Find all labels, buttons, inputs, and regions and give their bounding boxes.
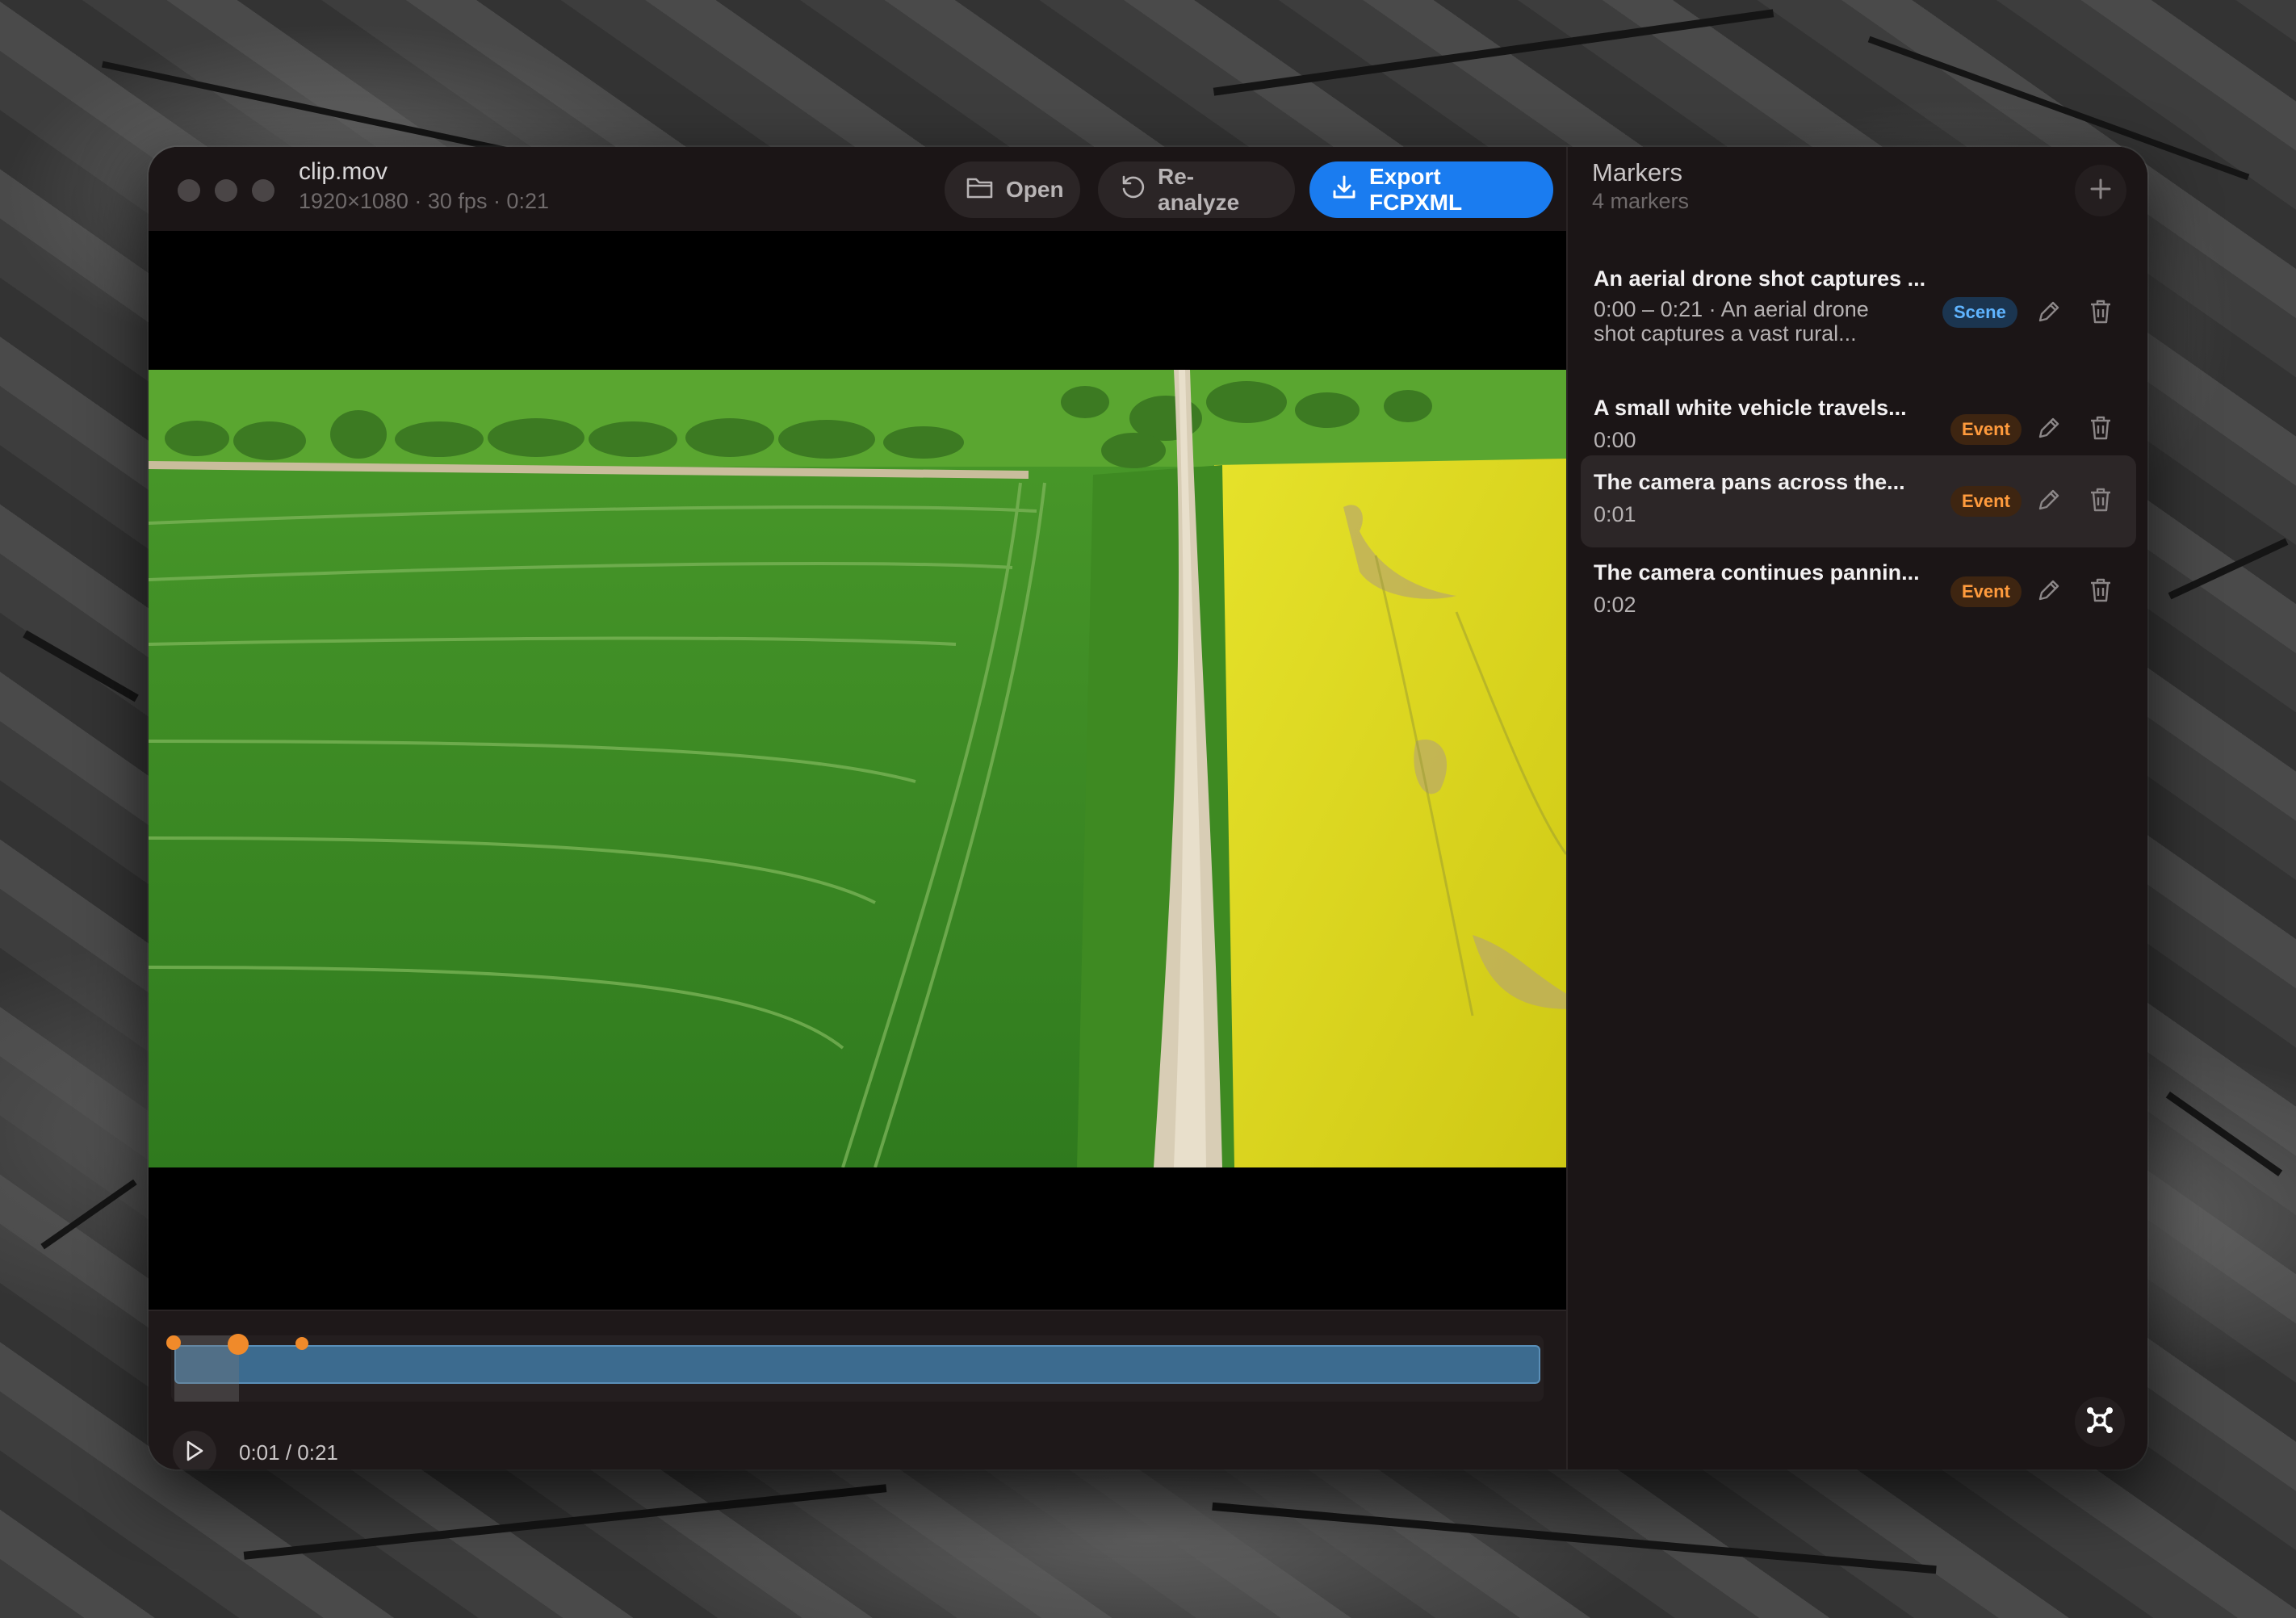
delete-marker-button[interactable] — [2084, 576, 2117, 608]
player-pane: clip.mov 1920×1080 · 30 fps · 0:21 Open … — [149, 147, 1566, 1469]
marker-type-badge: Scene — [1942, 297, 2017, 328]
delete-marker-button[interactable] — [2084, 297, 2117, 329]
delete-marker-button[interactable] — [2084, 413, 2117, 446]
app-window: clip.mov 1920×1080 · 30 fps · 0:21 Open … — [149, 147, 2147, 1469]
titlebar: clip.mov 1920×1080 · 30 fps · 0:21 Open … — [149, 147, 1566, 231]
edit-marker-button[interactable] — [2033, 413, 2065, 446]
pencil-icon — [2035, 298, 2063, 329]
video-viewer[interactable] — [149, 231, 1566, 1310]
marker-type-badge: Event — [1950, 414, 2022, 445]
reanalyze-button[interactable]: Re-analyze — [1098, 161, 1295, 218]
marker-count: 4 markers — [1592, 189, 1690, 213]
panel-title: Markers — [1592, 158, 1682, 187]
time-display: 0:01 / 0:21 — [239, 1440, 338, 1465]
reanalyze-button-label: Re-analyze — [1158, 164, 1240, 215]
marker-subtitle: 0:00 – 0:21 · An aerial drone shot captu… — [1594, 297, 1869, 346]
pencil-icon — [2035, 486, 2063, 518]
open-button-label: Open — [1006, 177, 1064, 202]
fit-screen-icon — [2084, 1405, 2115, 1440]
edit-marker-button[interactable] — [2033, 297, 2065, 329]
marker-subtitle: 0:00 — [1594, 428, 1636, 452]
zoom-window-button[interactable] — [252, 179, 274, 202]
marker-type-badge: Event — [1950, 486, 2022, 517]
open-button[interactable]: Open — [945, 161, 1080, 218]
marker-item[interactable]: The camera continues pannin... 0:02 Even… — [1581, 557, 2136, 644]
marker-title: The camera pans across the... — [1594, 470, 1905, 494]
download-icon — [1330, 174, 1358, 207]
video-frame — [149, 370, 1566, 1167]
marker-title: An aerial drone shot captures ... — [1594, 266, 1926, 291]
delete-marker-button[interactable] — [2084, 485, 2117, 518]
folder-icon — [966, 175, 995, 205]
marker-title: A small white vehicle travels... — [1594, 396, 1907, 420]
marker-item[interactable]: An aerial drone shot captures ... 0:00 –… — [1581, 257, 2136, 376]
timeline-scene-range[interactable] — [174, 1345, 1540, 1384]
minimize-window-button[interactable] — [215, 179, 237, 202]
timeline-area: 0:01 / 0:21 — [149, 1310, 1566, 1469]
trash-icon — [2088, 576, 2114, 608]
marker-title: The camera continues pannin... — [1594, 560, 1920, 585]
edit-marker-button[interactable] — [2033, 576, 2065, 608]
trash-icon — [2088, 414, 2114, 446]
fit-screen-button[interactable] — [2075, 1397, 2125, 1447]
timeline-marker-dot[interactable] — [166, 1335, 181, 1350]
edit-marker-button[interactable] — [2033, 485, 2065, 518]
trash-icon — [2088, 298, 2114, 329]
refresh-icon — [1119, 174, 1146, 207]
timeline-marker-dot[interactable] — [295, 1337, 308, 1350]
marker-subtitle: 0:02 — [1594, 593, 1636, 617]
play-button[interactable] — [173, 1431, 216, 1469]
pencil-icon — [2035, 414, 2063, 446]
close-window-button[interactable] — [178, 179, 200, 202]
export-button-label: Export FCPXML — [1369, 164, 1463, 215]
marker-subtitle: 0:01 — [1594, 502, 1636, 526]
play-icon — [184, 1440, 205, 1466]
timeline-marker-dot[interactable] — [228, 1334, 249, 1355]
export-fcpxml-button[interactable]: Export FCPXML — [1309, 161, 1553, 218]
add-marker-button[interactable] — [2075, 165, 2126, 216]
markers-panel: Markers 4 markers An aerial drone shot c… — [1566, 147, 2147, 1469]
marker-item-selected[interactable]: The camera pans across the... 0:01 Event — [1581, 455, 2136, 547]
trash-icon — [2088, 486, 2114, 518]
file-name: clip.mov — [299, 158, 388, 185]
marker-type-badge: Event — [1950, 576, 2022, 607]
pencil-icon — [2035, 576, 2063, 608]
file-metadata: 1920×1080 · 30 fps · 0:21 — [299, 189, 549, 213]
plus-icon — [2089, 177, 2113, 205]
